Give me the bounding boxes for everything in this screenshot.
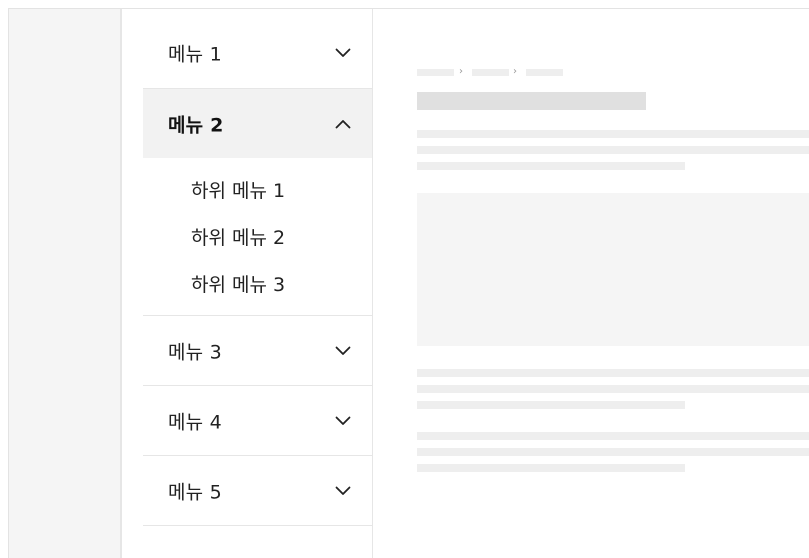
chevron-down-icon [335, 48, 351, 57]
sidebar-item-menu-2[interactable]: 메뉴 2 [143, 89, 372, 158]
sidebar-item-menu-4[interactable]: 메뉴 4 [143, 386, 372, 456]
chevron-up-icon [335, 119, 351, 128]
submenu-item-2[interactable]: 하위 메뉴 2 [191, 223, 285, 250]
sidebar-nav: 메뉴 1 메뉴 2 하위 메뉴 1 하위 메뉴 2 하위 메뉴 3 메뉴 3 메… [122, 9, 372, 558]
text-line-skeleton [417, 385, 809, 393]
chevron-down-icon [335, 416, 351, 425]
media-skeleton [417, 193, 809, 346]
text-line-skeleton [417, 448, 809, 456]
accordion-menu: 메뉴 1 메뉴 2 하위 메뉴 1 하위 메뉴 2 하위 메뉴 3 메뉴 3 메… [143, 18, 372, 526]
chevron-down-icon [335, 346, 351, 355]
chevron-down-icon [335, 486, 351, 495]
text-line-skeleton [417, 369, 809, 377]
main-content-skeleton: › › [373, 9, 809, 558]
text-line-skeleton [417, 464, 685, 472]
submenu-item-3[interactable]: 하위 메뉴 3 [191, 270, 285, 297]
page-title-skeleton [417, 92, 646, 110]
sidebar-item-label: 메뉴 2 [168, 114, 224, 136]
text-line-skeleton [417, 162, 685, 170]
breadcrumb-skeleton-2 [472, 69, 509, 76]
breadcrumb-skeleton-3 [526, 69, 563, 76]
text-line-skeleton [417, 146, 809, 154]
breadcrumb-skeleton-1 [417, 69, 454, 76]
text-line-skeleton [417, 130, 809, 138]
text-line-skeleton [417, 401, 685, 409]
sidebar-item-label: 메뉴 5 [168, 481, 222, 503]
sidebar-item-menu-5[interactable]: 메뉴 5 [143, 456, 372, 526]
breadcrumb-separator: › [513, 66, 517, 77]
sidebar-item-menu-3[interactable]: 메뉴 3 [143, 316, 372, 386]
sidebar-item-label: 메뉴 4 [168, 411, 222, 433]
sidebar-item-label: 메뉴 1 [168, 43, 222, 66]
left-gutter [9, 9, 120, 558]
breadcrumb-separator: › [459, 66, 463, 77]
sidebar-item-label: 메뉴 3 [168, 341, 222, 363]
submenu-item-1[interactable]: 하위 메뉴 1 [191, 176, 285, 203]
sidebar-item-menu-1[interactable]: 메뉴 1 [143, 18, 372, 89]
submenu-menu-2: 하위 메뉴 1 하위 메뉴 2 하위 메뉴 3 [143, 158, 372, 316]
text-line-skeleton [417, 432, 809, 440]
